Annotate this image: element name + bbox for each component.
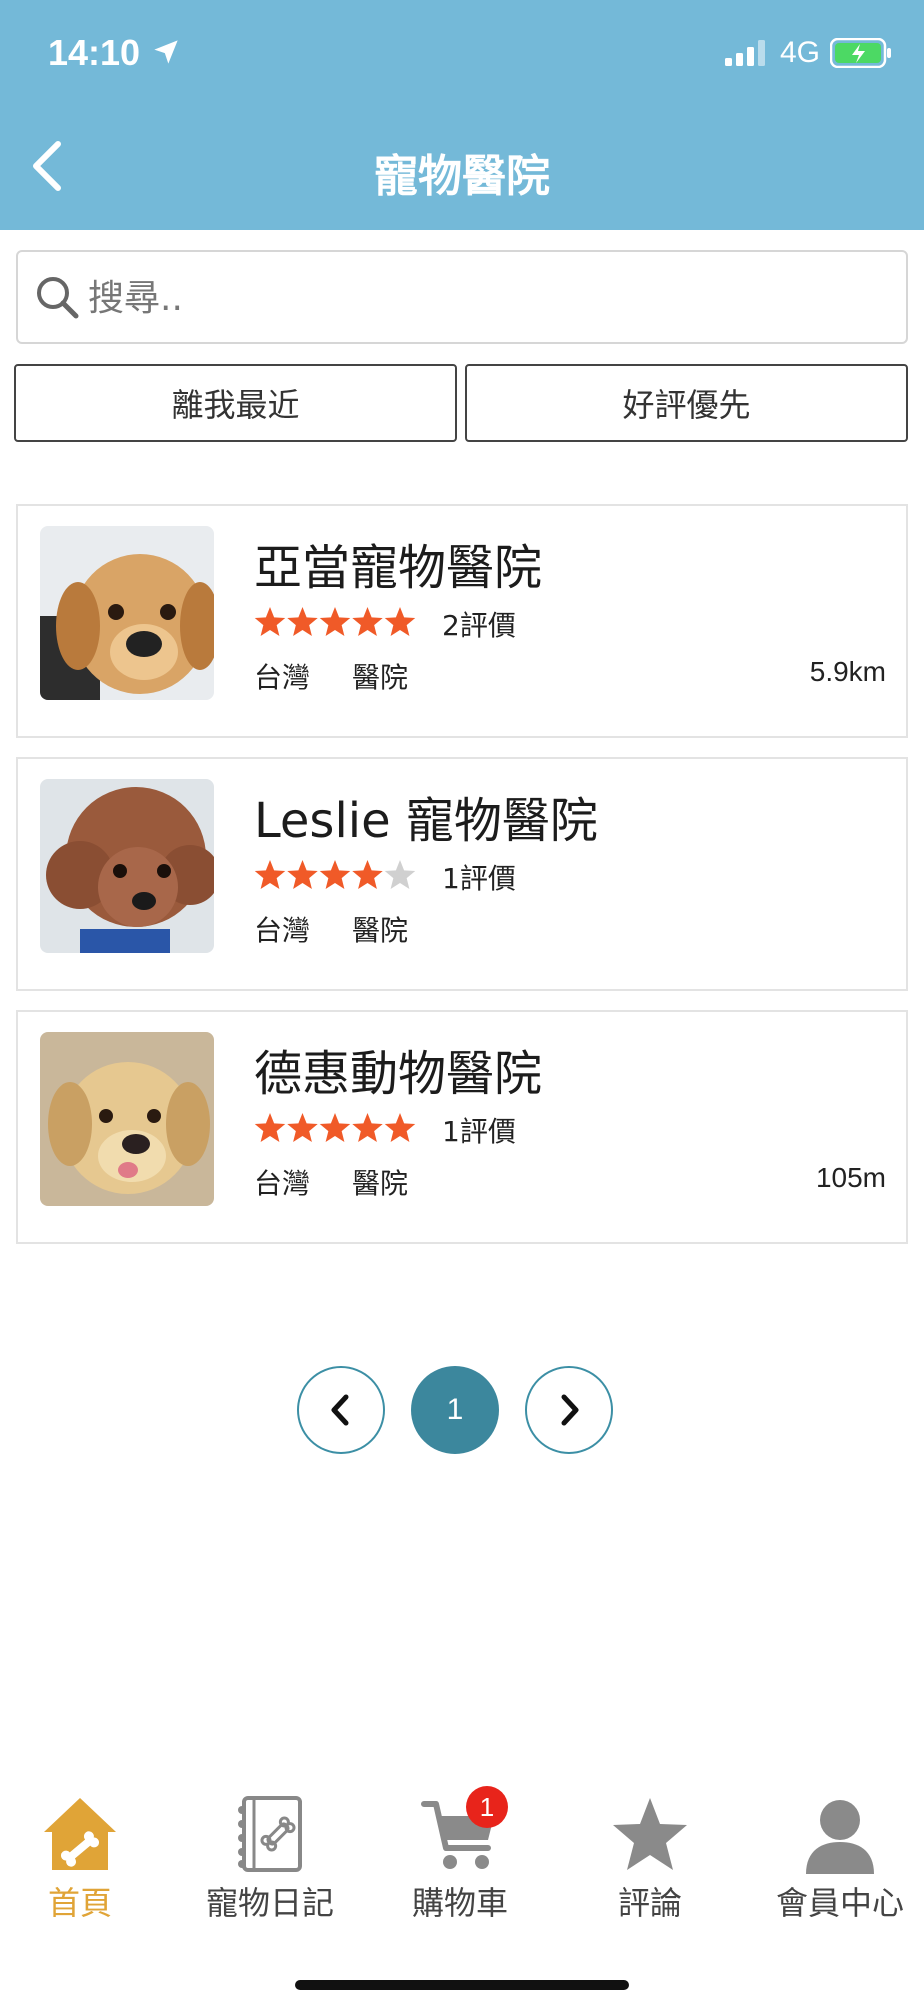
chevron-left-icon bbox=[331, 1394, 349, 1426]
tab-cart-label: 購物車 bbox=[411, 1884, 508, 1922]
sort-nearest-button[interactable]: 離我最近 bbox=[14, 364, 457, 442]
page-title: 寵物醫院 bbox=[374, 151, 550, 202]
search-input[interactable] bbox=[88, 270, 868, 326]
tab-member-label: 會員中心 bbox=[775, 1884, 904, 1922]
star-icon bbox=[384, 860, 416, 889]
prev-page-button[interactable] bbox=[297, 1366, 385, 1454]
star-icon bbox=[254, 860, 286, 889]
location-arrow-icon bbox=[154, 40, 178, 64]
clinic-photo bbox=[40, 526, 214, 700]
diary-notebook-icon bbox=[238, 1796, 302, 1872]
chevron-right-icon bbox=[561, 1394, 579, 1426]
clinic-distance: 5.9km bbox=[809, 656, 886, 687]
tab-cart[interactable]: 1 購物車 bbox=[370, 1780, 550, 1930]
star-icon bbox=[287, 607, 318, 636]
star-icon bbox=[287, 860, 318, 889]
home-bone-icon bbox=[44, 1798, 116, 1870]
rating-stars bbox=[254, 860, 416, 889]
rating-stars bbox=[254, 1113, 416, 1142]
star-icon bbox=[384, 1113, 416, 1142]
home-indicator bbox=[295, 1980, 629, 1990]
star-icon bbox=[287, 1113, 318, 1142]
signal-icon bbox=[725, 40, 765, 66]
cart-badge: 1 bbox=[466, 1786, 508, 1828]
clinic-card[interactable]: Leslie 寵物醫院 1評價 台灣 醫院 bbox=[16, 757, 908, 991]
clinic-card[interactable]: 亞當寵物醫院 2評價 台灣 醫院 5.9km bbox=[16, 504, 908, 738]
clinic-card[interactable]: 德惠動物醫院 1評價 台灣 醫院 105m bbox=[16, 1010, 908, 1244]
tab-review-label: 評論 bbox=[617, 1884, 682, 1922]
star-icon bbox=[319, 607, 351, 636]
star-icon bbox=[254, 1113, 286, 1142]
clinic-photo bbox=[40, 779, 214, 953]
star-icon bbox=[352, 1113, 383, 1142]
star-icon bbox=[319, 860, 351, 889]
network-type: 4G bbox=[780, 36, 821, 69]
tab-pet-diary[interactable]: 寵物日記 bbox=[180, 1780, 360, 1930]
current-page[interactable]: 1 bbox=[411, 1366, 499, 1454]
clinic-distance: 105m bbox=[815, 1162, 886, 1193]
tab-pet-diary-label: 寵物日記 bbox=[205, 1884, 334, 1922]
tab-review[interactable]: 評論 bbox=[560, 1780, 740, 1930]
next-page-button[interactable] bbox=[525, 1366, 613, 1454]
app-header: 14:10 4G 寵物醫院 bbox=[0, 0, 924, 230]
tab-member[interactable]: 會員中心 bbox=[750, 1780, 924, 1930]
clinic-type: 醫院 bbox=[352, 914, 409, 947]
star-icon bbox=[254, 607, 286, 636]
clinic-region: 台灣 bbox=[254, 661, 311, 694]
star-icon bbox=[384, 607, 416, 636]
status-bar: 14:10 4G bbox=[0, 0, 924, 110]
clinic-region: 台灣 bbox=[254, 914, 311, 947]
review-count: 1評價 bbox=[442, 1115, 516, 1148]
battery-icon bbox=[830, 38, 891, 68]
tab-home[interactable]: 首頁 bbox=[0, 1780, 170, 1930]
rating-stars bbox=[254, 607, 416, 636]
review-count: 2評價 bbox=[442, 609, 516, 642]
clinic-name: 德惠動物醫院 bbox=[254, 1046, 543, 1102]
star-icon bbox=[352, 860, 383, 889]
sort-top-rated-button[interactable]: 好評優先 bbox=[465, 364, 908, 442]
star-icon bbox=[319, 1113, 351, 1142]
clinic-region: 台灣 bbox=[254, 1167, 311, 1200]
clinic-name: 亞當寵物醫院 bbox=[254, 540, 543, 596]
clinic-name: Leslie 寵物醫院 bbox=[254, 793, 598, 849]
clinic-photo bbox=[40, 1032, 214, 1206]
search-icon bbox=[37, 277, 79, 319]
search-box[interactable] bbox=[16, 250, 908, 344]
tab-home-label: 首頁 bbox=[47, 1884, 112, 1922]
review-count: 1評價 bbox=[442, 862, 516, 895]
bottom-tab-bar: 首頁 寵物日記 1 購物車 評論 會員中心 bbox=[0, 1780, 924, 1930]
review-star-icon bbox=[613, 1798, 687, 1870]
clinic-type: 醫院 bbox=[352, 661, 409, 694]
member-avatar-icon bbox=[806, 1800, 874, 1874]
clinic-type: 醫院 bbox=[352, 1167, 409, 1200]
star-icon bbox=[352, 607, 383, 636]
status-time: 14:10 bbox=[48, 32, 141, 73]
